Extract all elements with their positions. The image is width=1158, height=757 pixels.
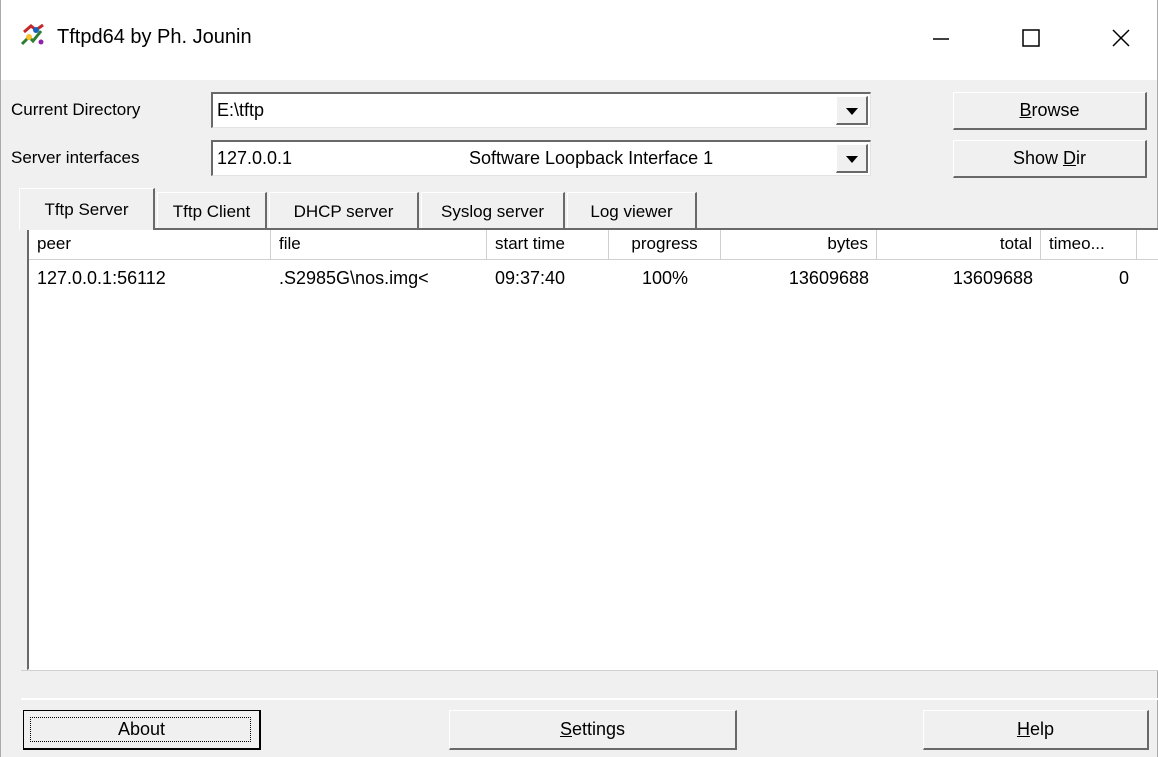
tab-tftp-server[interactable]: Tftp Server <box>19 188 155 230</box>
column-header-filler <box>1137 230 1158 260</box>
close-button[interactable] <box>1091 0 1151 80</box>
tab-dhcp-server[interactable]: DHCP server <box>269 192 419 230</box>
window-title: Tftpd64 by Ph. Jounin <box>57 26 252 48</box>
browse-button-label: Browse <box>1019 100 1080 120</box>
show-dir-button[interactable]: Show Dir <box>953 140 1147 178</box>
column-header-peer[interactable]: peer <box>29 230 271 260</box>
show-dir-button-label: Show Dir <box>1012 148 1087 168</box>
server-interfaces-combo[interactable]: 127.0.0.1 Software Loopback Interface 1 <box>211 140 871 176</box>
server-interfaces-label: Server interfaces <box>11 148 140 167</box>
current-directory-label: Current Directory <box>11 100 141 119</box>
table-row[interactable]: 127.0.0.1:56112 .S2985G\nos.img< 09:37:4… <box>29 268 1158 296</box>
about-button-label: About <box>117 719 166 739</box>
cell-peer: 127.0.0.1:56112 <box>37 268 166 288</box>
current-directory-combo[interactable]: E:\tftp <box>211 92 871 128</box>
tab-label: Tftp Client <box>172 201 251 221</box>
help-button-label: Help <box>1016 719 1055 739</box>
column-header-total[interactable]: total <box>877 230 1041 260</box>
tab-tftp-client[interactable]: Tftp Client <box>157 192 267 230</box>
chevron-down-icon <box>845 148 859 169</box>
column-header-bytes[interactable]: bytes <box>721 230 877 260</box>
help-button[interactable]: Help <box>923 710 1149 750</box>
status-bar <box>21 670 1158 700</box>
transfer-list[interactable]: peer file start time progress bytes tota… <box>27 228 1158 670</box>
tab-syslog-server[interactable]: Syslog server <box>421 192 565 230</box>
close-icon <box>1111 28 1131 53</box>
tab-label: Syslog server <box>441 201 544 221</box>
server-interfaces-dropdown-button[interactable] <box>836 144 868 173</box>
tab-log-viewer[interactable]: Log viewer <box>567 192 697 230</box>
current-directory-dropdown-button[interactable] <box>836 96 868 125</box>
maximize-button[interactable] <box>1001 0 1061 80</box>
about-button[interactable]: About <box>23 710 261 750</box>
column-header-start-time[interactable]: start time <box>487 230 609 260</box>
browse-button[interactable]: Browse <box>953 92 1147 130</box>
column-header-file[interactable]: file <box>271 230 487 260</box>
settings-button[interactable]: Settings <box>449 710 737 750</box>
column-header-timeout[interactable]: timeo... <box>1041 230 1137 260</box>
current-directory-value: E:\tftp <box>217 100 265 120</box>
cell-progress: 100% <box>641 268 689 288</box>
server-interface-name: Software Loopback Interface 1 <box>469 148 714 168</box>
chevron-down-icon <box>845 100 859 121</box>
maximize-icon <box>1021 28 1041 53</box>
tab-label: DHCP server <box>293 201 394 221</box>
table-header: peer file start time progress bytes tota… <box>29 230 1158 260</box>
cell-timeout: 0 <box>1118 268 1129 288</box>
column-header-progress[interactable]: progress <box>609 230 721 260</box>
settings-button-label: Settings <box>559 719 626 739</box>
cell-bytes: 13609688 <box>788 268 869 288</box>
cell-total: 13609688 <box>952 268 1033 288</box>
minimize-icon <box>931 28 951 53</box>
cell-file: .S2985G\nos.img< <box>279 268 429 288</box>
tab-label: Log viewer <box>590 201 673 221</box>
tab-label: Tftp Server <box>44 199 129 219</box>
app-window: Tftpd64 by Ph. Jounin Current Directory … <box>0 0 1158 757</box>
title-bar[interactable]: Tftpd64 by Ph. Jounin <box>1 0 1157 80</box>
server-interface-ip: 127.0.0.1 <box>217 148 293 168</box>
minimize-button[interactable] <box>911 0 971 80</box>
cell-start-time: 09:37:40 <box>495 268 566 288</box>
tftpd-icon <box>19 22 47 50</box>
